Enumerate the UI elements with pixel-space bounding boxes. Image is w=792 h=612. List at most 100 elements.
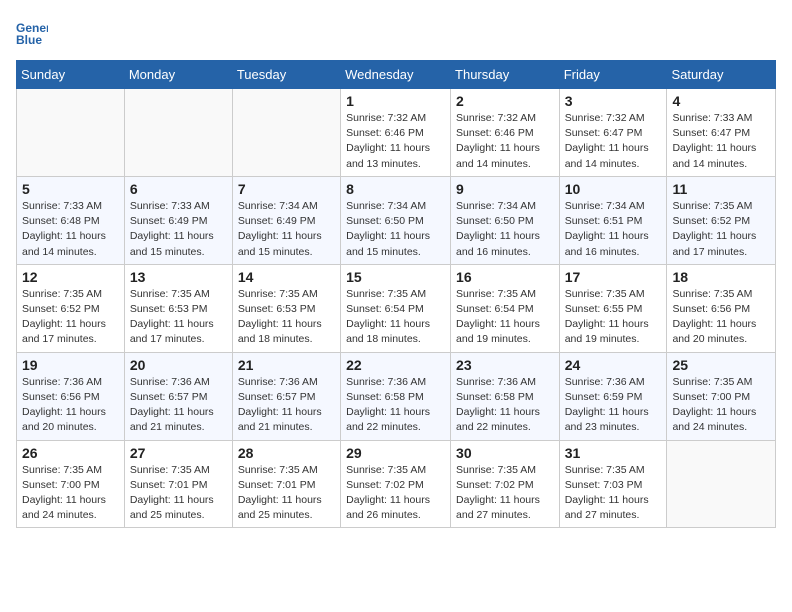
calendar-week-2: 5 Sunrise: 7:33 AM Sunset: 6:48 PM Daylig… [17,176,776,264]
day-number: 13 [130,269,227,285]
calendar-cell: 16 Sunrise: 7:35 AM Sunset: 6:54 PM Dayli… [451,264,560,352]
weekday-tuesday: Tuesday [232,61,340,89]
day-info: Sunrise: 7:36 AM Sunset: 6:56 PM Dayligh… [22,375,119,436]
logo: General Blue [16,16,52,48]
day-info: Sunrise: 7:36 AM Sunset: 6:57 PM Dayligh… [238,375,335,436]
day-number: 11 [672,181,770,197]
calendar-cell: 20 Sunrise: 7:36 AM Sunset: 6:57 PM Dayli… [124,352,232,440]
calendar-cell: 6 Sunrise: 7:33 AM Sunset: 6:49 PM Daylig… [124,176,232,264]
day-number: 21 [238,357,335,373]
day-number: 15 [346,269,445,285]
day-number: 4 [672,93,770,109]
calendar-cell [124,89,232,177]
day-info: Sunrise: 7:36 AM Sunset: 6:58 PM Dayligh… [346,375,445,436]
day-info: Sunrise: 7:34 AM Sunset: 6:49 PM Dayligh… [238,199,335,260]
day-number: 16 [456,269,554,285]
day-info: Sunrise: 7:34 AM Sunset: 6:51 PM Dayligh… [565,199,662,260]
calendar-cell: 10 Sunrise: 7:34 AM Sunset: 6:51 PM Dayli… [559,176,667,264]
calendar-week-4: 19 Sunrise: 7:36 AM Sunset: 6:56 PM Dayli… [17,352,776,440]
day-number: 31 [565,445,662,461]
weekday-friday: Friday [559,61,667,89]
day-info: Sunrise: 7:35 AM Sunset: 6:52 PM Dayligh… [22,287,119,348]
day-info: Sunrise: 7:32 AM Sunset: 6:46 PM Dayligh… [346,111,445,172]
calendar-cell: 5 Sunrise: 7:33 AM Sunset: 6:48 PM Daylig… [17,176,125,264]
calendar-cell [17,89,125,177]
day-number: 2 [456,93,554,109]
day-number: 1 [346,93,445,109]
calendar-cell: 8 Sunrise: 7:34 AM Sunset: 6:50 PM Daylig… [341,176,451,264]
calendar-cell: 22Sunrise: 7:36 AM Sunset: 6:58 PM Dayli… [341,352,451,440]
day-info: Sunrise: 7:35 AM Sunset: 6:54 PM Dayligh… [456,287,554,348]
day-info: Sunrise: 7:35 AM Sunset: 6:53 PM Dayligh… [130,287,227,348]
day-number: 29 [346,445,445,461]
calendar-cell [232,89,340,177]
day-number: 17 [565,269,662,285]
day-number: 9 [456,181,554,197]
calendar-cell: 12 Sunrise: 7:35 AM Sunset: 6:52 PM Dayli… [17,264,125,352]
svg-text:Blue: Blue [16,33,42,47]
day-info: Sunrise: 7:35 AM Sunset: 7:02 PM Dayligh… [346,463,445,524]
calendar-body: 1 Sunrise: 7:32 AM Sunset: 6:46 PM Daylig… [17,89,776,528]
calendar-cell: 21 Sunrise: 7:36 AM Sunset: 6:57 PM Dayli… [232,352,340,440]
calendar-cell: 23Sunrise: 7:36 AM Sunset: 6:58 PM Dayli… [451,352,560,440]
calendar-cell: 24 Sunrise: 7:36 AM Sunset: 6:59 PM Dayli… [559,352,667,440]
day-number: 25 [672,357,770,373]
calendar-cell: 30Sunrise: 7:35 AM Sunset: 7:02 PM Dayli… [451,440,560,528]
weekday-wednesday: Wednesday [341,61,451,89]
day-info: Sunrise: 7:32 AM Sunset: 6:46 PM Dayligh… [456,111,554,172]
calendar-table: SundayMondayTuesdayWednesdayThursdayFrid… [16,60,776,528]
calendar-cell: 28Sunrise: 7:35 AM Sunset: 7:01 PM Dayli… [232,440,340,528]
day-number: 24 [565,357,662,373]
day-number: 30 [456,445,554,461]
day-number: 12 [22,269,119,285]
weekday-thursday: Thursday [451,61,560,89]
calendar-cell: 25Sunrise: 7:35 AM Sunset: 7:00 PM Dayli… [667,352,776,440]
day-number: 5 [22,181,119,197]
day-number: 27 [130,445,227,461]
day-number: 19 [22,357,119,373]
day-info: Sunrise: 7:35 AM Sunset: 7:01 PM Dayligh… [238,463,335,524]
logo-icon: General Blue [16,16,48,48]
calendar-cell: 13 Sunrise: 7:35 AM Sunset: 6:53 PM Dayli… [124,264,232,352]
weekday-header-row: SundayMondayTuesdayWednesdayThursdayFrid… [17,61,776,89]
day-info: Sunrise: 7:35 AM Sunset: 7:01 PM Dayligh… [130,463,227,524]
day-info: Sunrise: 7:36 AM Sunset: 6:59 PM Dayligh… [565,375,662,436]
day-number: 20 [130,357,227,373]
day-info: Sunrise: 7:35 AM Sunset: 7:00 PM Dayligh… [22,463,119,524]
weekday-sunday: Sunday [17,61,125,89]
calendar-cell: 31Sunrise: 7:35 AM Sunset: 7:03 PM Dayli… [559,440,667,528]
day-info: Sunrise: 7:35 AM Sunset: 6:55 PM Dayligh… [565,287,662,348]
page-header: General Blue [16,16,776,48]
day-info: Sunrise: 7:33 AM Sunset: 6:48 PM Dayligh… [22,199,119,260]
day-info: Sunrise: 7:35 AM Sunset: 6:52 PM Dayligh… [672,199,770,260]
calendar-cell: 26 Sunrise: 7:35 AM Sunset: 7:00 PM Dayli… [17,440,125,528]
calendar-cell: 9 Sunrise: 7:34 AM Sunset: 6:50 PM Daylig… [451,176,560,264]
weekday-saturday: Saturday [667,61,776,89]
calendar-cell: 14Sunrise: 7:35 AM Sunset: 6:53 PM Dayli… [232,264,340,352]
calendar-cell: 2 Sunrise: 7:32 AM Sunset: 6:46 PM Daylig… [451,89,560,177]
calendar-week-5: 26 Sunrise: 7:35 AM Sunset: 7:00 PM Dayli… [17,440,776,528]
day-number: 14 [238,269,335,285]
calendar-cell: 3Sunrise: 7:32 AM Sunset: 6:47 PM Daylig… [559,89,667,177]
day-number: 7 [238,181,335,197]
day-info: Sunrise: 7:34 AM Sunset: 6:50 PM Dayligh… [346,199,445,260]
day-info: Sunrise: 7:34 AM Sunset: 6:50 PM Dayligh… [456,199,554,260]
calendar-cell: 1 Sunrise: 7:32 AM Sunset: 6:46 PM Daylig… [341,89,451,177]
calendar-cell: 29 Sunrise: 7:35 AM Sunset: 7:02 PM Dayli… [341,440,451,528]
day-info: Sunrise: 7:36 AM Sunset: 6:58 PM Dayligh… [456,375,554,436]
day-number: 6 [130,181,227,197]
weekday-monday: Monday [124,61,232,89]
day-number: 26 [22,445,119,461]
day-info: Sunrise: 7:33 AM Sunset: 6:49 PM Dayligh… [130,199,227,260]
day-number: 18 [672,269,770,285]
calendar-cell: 18Sunrise: 7:35 AM Sunset: 6:56 PM Dayli… [667,264,776,352]
calendar-cell: 11 Sunrise: 7:35 AM Sunset: 6:52 PM Dayli… [667,176,776,264]
calendar-cell: 7 Sunrise: 7:34 AM Sunset: 6:49 PM Daylig… [232,176,340,264]
calendar-cell: 19 Sunrise: 7:36 AM Sunset: 6:56 PM Dayli… [17,352,125,440]
day-number: 3 [565,93,662,109]
calendar-cell: 15 Sunrise: 7:35 AM Sunset: 6:54 PM Dayli… [341,264,451,352]
day-number: 10 [565,181,662,197]
day-info: Sunrise: 7:36 AM Sunset: 6:57 PM Dayligh… [130,375,227,436]
day-number: 8 [346,181,445,197]
day-info: Sunrise: 7:35 AM Sunset: 6:54 PM Dayligh… [346,287,445,348]
